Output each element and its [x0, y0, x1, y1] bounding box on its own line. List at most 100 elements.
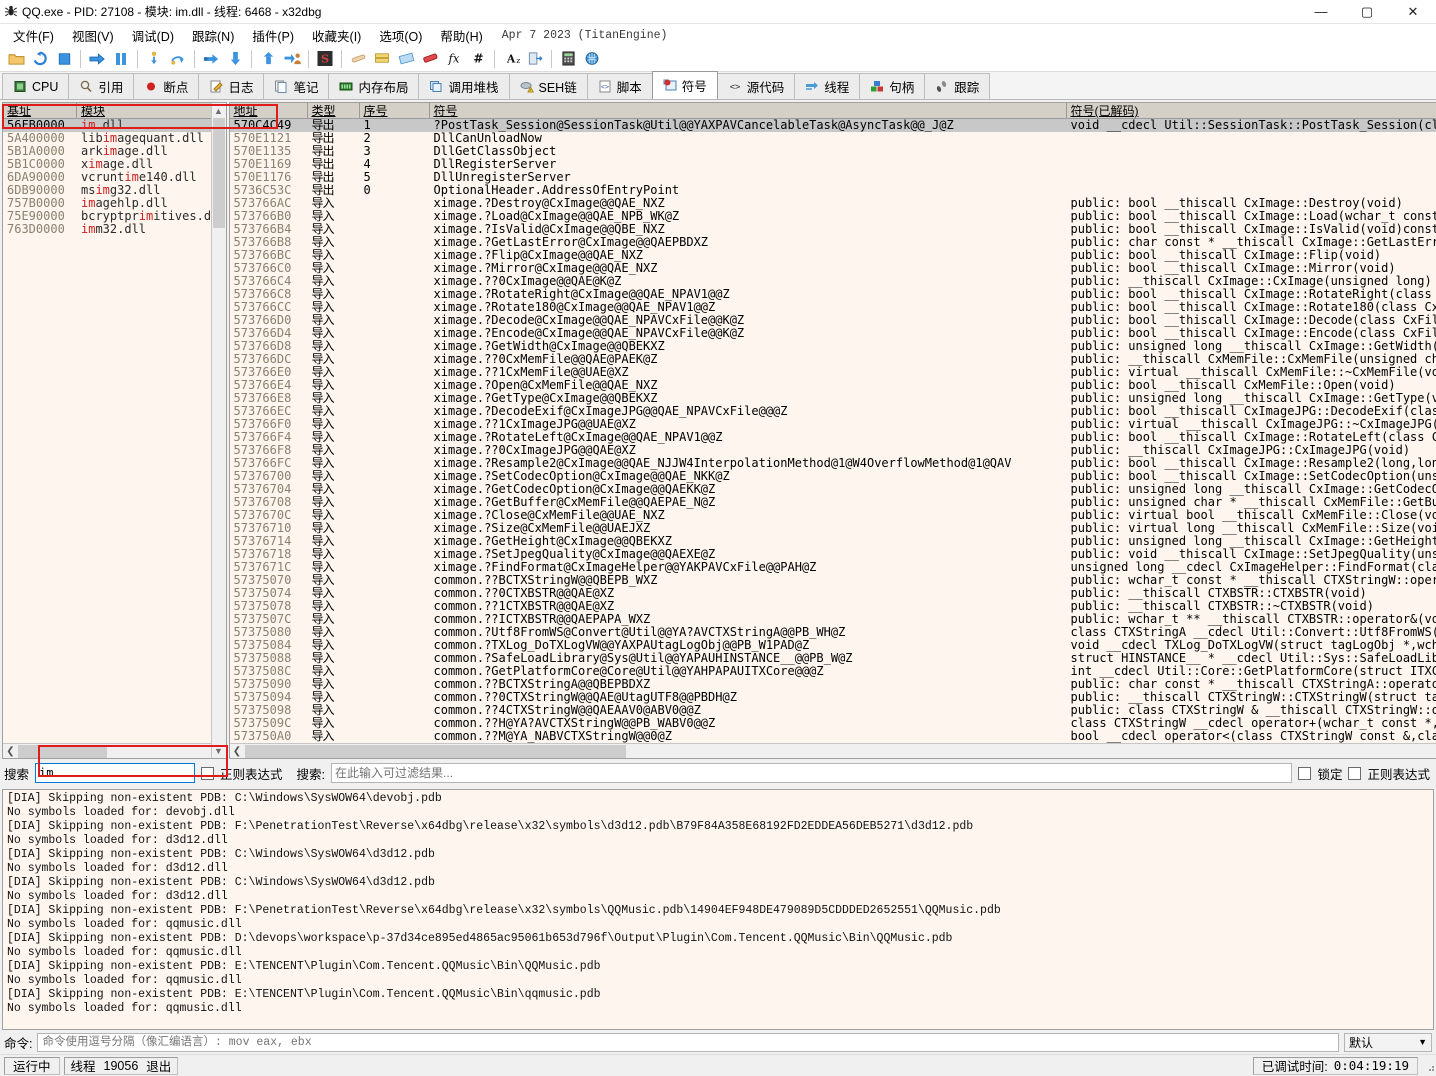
step-into-icon[interactable] [142, 48, 166, 70]
table-row[interactable]: 5A400000 libimagequant.dll [3, 132, 226, 145]
table-row[interactable]: 573766AC 导入 ximage.?Destroy@CxImage@@QAE_N… [230, 197, 1436, 210]
symbols-hscrollbar[interactable]: ❮ ❯ [229, 743, 1436, 758]
hscroll-thumb[interactable] [18, 744, 107, 758]
hscroll-thumb[interactable] [244, 744, 627, 758]
table-row[interactable]: 57375080 导入 common.?Utf8FromWS@Convert@Uti… [230, 626, 1436, 639]
run-icon[interactable] [85, 48, 109, 70]
table-row[interactable]: 573766E8 导入 ximage.?GetType@CxImage@@QBEKX… [230, 392, 1436, 405]
table-row[interactable]: 570E1121 导出 2 DllCanUnloadNow [230, 132, 1436, 145]
table-row[interactable]: 6DB90000 msimg32.dll [3, 184, 226, 197]
table-row[interactable]: 570C4C49 导出 1 ?PostTask_Session@SessionTask… [229, 119, 1436, 132]
table-row[interactable]: 5737507C 导入 common.??ICTXBSTR@@QAEPAPA_WXZ… [230, 613, 1436, 626]
table-row[interactable]: 573766B0 导入 ximage.?Load@CxImage@@QAE_NPB_… [230, 210, 1436, 223]
globe-icon[interactable] [580, 48, 604, 70]
tab-handles[interactable]: 句柄 [859, 73, 926, 99]
menu-item-debug[interactable]: 调试(D) [123, 24, 183, 47]
tab-trace[interactable]: 跟踪 [924, 73, 991, 99]
tab-threads[interactable]: 线程 [794, 73, 861, 99]
resize-grip[interactable] [1422, 1059, 1436, 1073]
calculator-icon[interactable] [556, 48, 580, 70]
column-header-base[interactable]: 基址 [3, 103, 77, 118]
log-output[interactable]: [DIA] Skipping non-existent PDB: C:\Wind… [2, 789, 1434, 1030]
table-row[interactable]: 5737671C 导入 ximage.?FindFormat@CxImageHelp… [230, 561, 1436, 574]
tab-notes[interactable]: 笔记 [263, 73, 330, 99]
menu-item-help[interactable]: 帮助(H) [431, 24, 491, 47]
menu-item-view[interactable]: 视图(V) [63, 24, 123, 47]
table-row[interactable]: 57376708 导入 ximage.?GetBuffer@CxMemFile@@Q… [230, 496, 1436, 509]
scroll-thumb[interactable] [212, 118, 225, 228]
table-row[interactable]: 573766E4 导入 ximage.?Open@CxMemFile@@QAE_NX… [230, 379, 1436, 392]
tab-symbols[interactable]: 符号 [651, 71, 718, 99]
tab-memory-map[interactable]: 内存布局 [328, 73, 420, 99]
run-to-selection-icon[interactable] [280, 48, 304, 70]
symbols-rows[interactable]: 570C4C49 导出 1 ?PostTask_Session@SessionTask… [229, 119, 1436, 743]
chevron-down-icon[interactable]: ▼ [1418, 1037, 1427, 1047]
table-row[interactable]: 57375090 导入 common.??BCTXStringA@@QBEPBDXZ… [230, 678, 1436, 691]
table-row[interactable]: 5737508C 导入 common.?GetPlatformCore@Core@U… [230, 665, 1436, 678]
modules-grid[interactable]: 基址 模块 56FB0000 im.dll 5A400000 libimagequan… [2, 102, 227, 759]
table-row[interactable]: 56FB0000 im.dll [3, 119, 226, 132]
hscroll-track[interactable] [244, 744, 1436, 758]
column-header-address[interactable]: 地址 [230, 103, 308, 118]
modules-rows[interactable]: 56FB0000 im.dll 5A400000 libimagequant.dll 5… [3, 119, 226, 743]
table-row[interactable]: 5736C53C 导出 0 OptionalHeader.AddressOfEntry… [230, 184, 1436, 197]
step-over-icon[interactable] [166, 48, 190, 70]
menu-item-file[interactable]: 文件(F) [4, 24, 63, 47]
table-row[interactable]: 57376714 导入 ximage.?GetHeight@CxImage@@QBE… [230, 535, 1436, 548]
patch-icon[interactable] [346, 48, 370, 70]
tab-call-stack[interactable]: 调用堆栈 [418, 73, 510, 99]
column-header-module[interactable]: 模块 [77, 103, 226, 118]
table-row[interactable]: 5737509C 导入 common.??H@YA?AVCTXStringW@@PB… [230, 717, 1436, 730]
table-row[interactable]: 573766D8 导入 ximage.?GetWidth@CxImage@@QBEK… [230, 340, 1436, 353]
column-header-symbol[interactable]: 符号 [430, 103, 1067, 118]
menu-item-favourites[interactable]: 收藏夹(I) [303, 24, 370, 47]
minimize-button[interactable]: — [1298, 0, 1344, 24]
table-row[interactable]: 757B0000 imagehlp.dll [3, 197, 226, 210]
table-row[interactable]: 57376718 导入 ximage.?SetJpegQuality@CxImage… [230, 548, 1436, 561]
hscroll-track[interactable] [18, 744, 211, 758]
hash-icon[interactable]: # [466, 48, 490, 70]
table-row[interactable]: 5B1A0000 arkimage.dll [3, 145, 226, 158]
step-down-icon[interactable] [223, 48, 247, 70]
table-row[interactable]: 573766E0 导入 ximage.??1CxMemFile@@UAE@XZ pub… [230, 366, 1436, 379]
tab-cpu[interactable]: CPU [2, 73, 70, 99]
eraser-icon[interactable] [418, 48, 442, 70]
tab-script[interactable]: <> 脚本 [586, 73, 653, 99]
scroll-left-icon[interactable]: ❮ [230, 746, 245, 757]
step-out-icon[interactable] [199, 48, 223, 70]
memory-icon[interactable] [394, 48, 418, 70]
table-row[interactable]: 570E1135 导出 3 DllGetClassObject [230, 145, 1436, 158]
modules-hscrollbar[interactable]: ❮ ❯ [3, 743, 226, 758]
column-header-ordinal[interactable]: 序号 [360, 103, 430, 118]
table-row[interactable]: 573766DC 导入 ximage.??0CxMemFile@@QAE@PAEK@… [230, 353, 1436, 366]
maximize-button[interactable]: ▢ [1344, 0, 1390, 24]
table-row[interactable]: 6DA90000 vcruntime140.dll [3, 171, 226, 184]
filter-input[interactable] [331, 763, 1293, 783]
table-row[interactable]: 573766BC 导入 ximage.?Flip@CxImage@@QAE_NXZ p… [230, 249, 1436, 262]
regex-checkbox[interactable] [201, 766, 215, 780]
table-row[interactable]: 57376704 导入 ximage.?GetCodecOption@CxImage… [230, 483, 1436, 496]
scroll-left-icon[interactable]: ❮ [3, 746, 18, 757]
table-row[interactable]: 5B1C0000 ximage.dll [3, 158, 226, 171]
table-row[interactable]: 573766B8 导入 ximage.?GetLastError@CxImage@@… [230, 236, 1436, 249]
close-button[interactable]: ✕ [1390, 0, 1436, 24]
log-stack-icon[interactable] [370, 48, 394, 70]
table-row[interactable]: 57375074 导入 common.??0CTXBSTR@@QAE@XZ publi… [230, 587, 1436, 600]
table-row[interactable]: 573766F4 导入 ximage.?RotateLeft@CxImage@@QA… [230, 431, 1436, 444]
table-row[interactable]: 57375098 导入 common.??4CTXStringW@@QAEAAV0@… [230, 704, 1436, 717]
table-row[interactable]: 57375094 导入 common.??0CTXStringW@@QAE@Utag… [230, 691, 1436, 704]
table-row[interactable]: 57375070 导入 common.??BCTXStringW@@QBEPB_WX… [230, 574, 1436, 587]
command-profile-select[interactable]: 默认 ▼ [1344, 1032, 1432, 1052]
run-to-user-icon[interactable] [256, 48, 280, 70]
table-row[interactable]: 573766C0 导入 ximage.?Mirror@CxImage@@QAE_NX… [230, 262, 1436, 275]
table-row[interactable]: 573766C4 导入 ximage.??0CxImage@@QAE@K@Z publ… [230, 275, 1436, 288]
table-row[interactable]: 573766B4 导入 ximage.?IsValid@CxImage@@QBE_N… [230, 223, 1436, 236]
tab-log[interactable]: 日志 [198, 73, 265, 99]
fx-icon[interactable]: fx [442, 48, 466, 70]
tab-seh-chain[interactable]: ! SEH链 [508, 73, 588, 99]
menu-item-plugins[interactable]: 插件(P) [243, 24, 303, 47]
table-row[interactable]: 5737670C 导入 ximage.?Close@CxMemFile@@UAE_N… [230, 509, 1436, 522]
column-header-type[interactable]: 类型 [308, 103, 360, 118]
tab-breakpoints[interactable]: 断点 [133, 73, 200, 99]
column-header-decoded[interactable]: 符号(已解码) [1067, 103, 1436, 118]
